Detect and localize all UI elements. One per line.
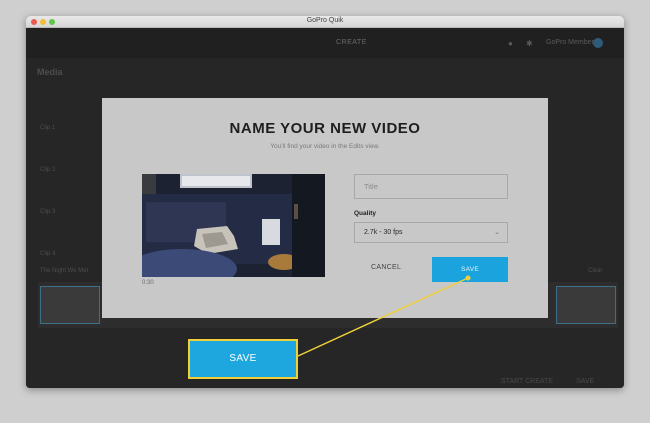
settings-icon[interactable]: ✱ xyxy=(526,39,533,48)
save-button[interactable]: SAVE xyxy=(432,257,508,282)
media-heading: Media xyxy=(37,67,63,77)
video-duration: 0:30 xyxy=(142,280,154,286)
clip-row[interactable]: Clip 4 xyxy=(40,251,55,257)
clip-row[interactable]: Clip 3 xyxy=(40,209,55,215)
timeline-thumb[interactable] xyxy=(40,286,100,324)
start-create-button[interactable]: START CREATE xyxy=(501,378,553,385)
save-callout-button[interactable]: SAVE xyxy=(188,339,298,379)
user-name[interactable]: GoPro Member xyxy=(546,39,594,46)
title-input[interactable] xyxy=(354,174,508,199)
clip-row[interactable]: Clip 1 xyxy=(40,125,55,131)
dialog-subtitle: You'll find your video in the Edits view… xyxy=(270,143,380,150)
cancel-button[interactable]: CANCEL xyxy=(371,264,401,271)
bottom-save-button[interactable]: SAVE xyxy=(576,378,594,385)
video-preview-thumbnail xyxy=(142,174,325,277)
top-navigation: CREATE ● ✱ GoPro Member xyxy=(26,28,624,58)
notification-icon[interactable]: ● xyxy=(508,39,513,48)
title-bar: GoPro Quik xyxy=(26,16,624,28)
timeline-thumb[interactable] xyxy=(556,286,616,324)
dialog-title: NAME YOUR NEW VIDEO xyxy=(229,120,421,137)
avatar[interactable] xyxy=(593,38,603,48)
quality-selected-value: 2.7k - 30 fps xyxy=(364,229,403,236)
music-track-label: The Night We Met xyxy=(40,268,89,274)
quality-label: Quality xyxy=(354,210,377,217)
chevron-down-icon: ⌄ xyxy=(494,229,500,236)
filter-label: Clear xyxy=(588,268,603,274)
window-title: GoPro Quik xyxy=(306,17,344,24)
quality-dropdown[interactable]: 2.7k - 30 fps ⌄ xyxy=(354,222,508,243)
name-video-dialog: NAME YOUR NEW VIDEO You'll find your vid… xyxy=(102,98,548,318)
clip-row[interactable]: Clip 2 xyxy=(40,167,55,173)
nav-create-tab[interactable]: CREATE xyxy=(336,39,367,46)
